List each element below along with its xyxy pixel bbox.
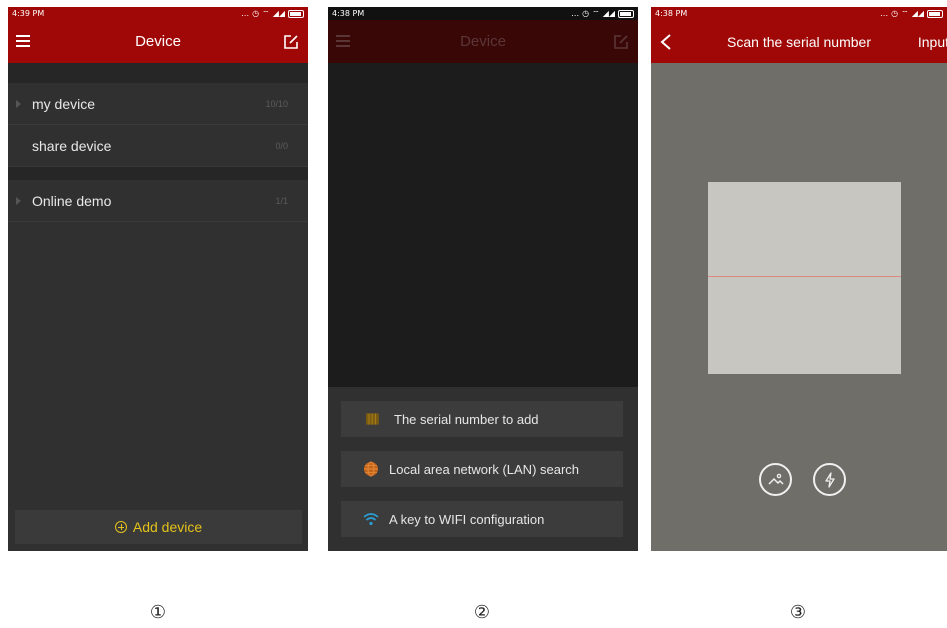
gallery-icon bbox=[767, 473, 784, 485]
edit-square-icon[interactable] bbox=[282, 33, 300, 51]
back-arrow-icon[interactable] bbox=[659, 33, 673, 51]
gallery-button[interactable] bbox=[759, 463, 792, 496]
expand-arrow-icon bbox=[16, 197, 21, 205]
battery-icon bbox=[288, 9, 304, 18]
option-label: A key to WIFI configuration bbox=[389, 511, 545, 527]
device-list-screen: 4:39 PM … ◷ ⌔ ◢◢ Device my device 10/10 … bbox=[8, 7, 308, 551]
option-label: Local area network (LAN) search bbox=[389, 461, 580, 477]
more-dots-icon: … bbox=[880, 9, 889, 18]
app-bar: Device bbox=[8, 20, 308, 63]
status-icons: … ◷ ⌔ ◢◢ bbox=[571, 9, 634, 19]
flash-icon bbox=[824, 471, 835, 488]
hamburger-menu-icon bbox=[336, 35, 350, 47]
group-label: share device bbox=[32, 137, 112, 154]
cell-signal-icon: ◢◢ bbox=[911, 9, 924, 18]
cell-signal-icon: ◢◢ bbox=[272, 9, 285, 18]
list-spacer bbox=[8, 167, 308, 180]
battery-icon bbox=[618, 9, 634, 18]
alarm-icon: ◷ bbox=[252, 9, 260, 18]
status-icons: … ◷ ⌔ ◢◢ bbox=[241, 9, 304, 19]
alarm-icon: ◷ bbox=[582, 9, 590, 18]
more-dots-icon: … bbox=[241, 9, 250, 18]
status-time: 4:38 PM bbox=[332, 9, 365, 18]
group-count: 0/0 bbox=[275, 140, 288, 151]
group-label: my device bbox=[32, 95, 96, 112]
status-icons: … ◷ ⌔ ◢◢ bbox=[880, 9, 943, 19]
app-bar: Scan the serial number Input bbox=[651, 20, 947, 63]
option-label: The serial number to add bbox=[394, 411, 539, 427]
page-title: Scan the serial number bbox=[727, 33, 871, 50]
caption-3: ③ bbox=[789, 602, 807, 623]
status-bar: 4:38 PM … ◷ ⌔ ◢◢ bbox=[651, 7, 947, 20]
battery-icon bbox=[927, 9, 943, 18]
alarm-icon: ◷ bbox=[891, 9, 899, 18]
add-device-button[interactable]: Add device bbox=[15, 510, 302, 544]
group-count: 1/1 bbox=[275, 195, 288, 206]
wifi-signal-icon: ⌔ bbox=[262, 8, 270, 18]
status-bar: 4:39 PM … ◷ ⌔ ◢◢ bbox=[8, 7, 308, 20]
status-time: 4:38 PM bbox=[655, 9, 688, 18]
globe-icon bbox=[364, 461, 378, 477]
group-label: Online demo bbox=[32, 192, 112, 209]
add-method-sheet: The serial number to add Local area netw… bbox=[328, 387, 638, 551]
expand-arrow-icon bbox=[16, 100, 21, 108]
add-device-label: Add device bbox=[132, 519, 203, 535]
input-button[interactable]: Input bbox=[918, 34, 947, 50]
option-wifi-config[interactable]: A key to WIFI configuration bbox=[341, 501, 623, 537]
wifi-icon bbox=[363, 513, 379, 526]
scan-line bbox=[708, 276, 901, 277]
page-title: Device bbox=[135, 33, 181, 50]
scan-serial-screen: 4:38 PM … ◷ ⌔ ◢◢ Scan the serial number … bbox=[651, 7, 947, 551]
scan-viewfinder bbox=[708, 182, 901, 374]
caption-1: ① bbox=[149, 602, 167, 623]
flash-button[interactable] bbox=[813, 463, 846, 496]
list-spacer bbox=[8, 63, 308, 83]
wifi-signal-icon: ⌔ bbox=[901, 8, 909, 18]
more-dots-icon: … bbox=[571, 9, 580, 18]
cell-signal-icon: ◢◢ bbox=[602, 9, 615, 18]
app-bar-dimmed: Device bbox=[328, 20, 638, 63]
wifi-signal-icon: ⌔ bbox=[592, 8, 600, 18]
option-serial-number[interactable]: The serial number to add bbox=[341, 401, 623, 437]
caption-2: ② bbox=[473, 602, 491, 623]
barcode-icon bbox=[366, 413, 379, 425]
plus-circle-icon bbox=[114, 521, 127, 533]
edit-square-icon bbox=[614, 35, 628, 49]
group-count: 10/10 bbox=[265, 98, 288, 109]
status-bar: 4:38 PM … ◷ ⌔ ◢◢ bbox=[328, 7, 638, 20]
device-group-online-demo[interactable]: Online demo 1/1 bbox=[8, 180, 308, 222]
add-method-screen: 4:38 PM … ◷ ⌔ ◢◢ Device The serial numbe… bbox=[328, 7, 638, 551]
hamburger-menu-icon[interactable] bbox=[16, 35, 30, 47]
device-group-my-device[interactable]: my device 10/10 bbox=[8, 83, 308, 125]
device-group-share-device[interactable]: share device 0/0 bbox=[8, 125, 308, 167]
status-time: 4:39 PM bbox=[12, 9, 45, 18]
option-lan-search[interactable]: Local area network (LAN) search bbox=[341, 451, 623, 487]
page-title: Device bbox=[460, 33, 506, 50]
